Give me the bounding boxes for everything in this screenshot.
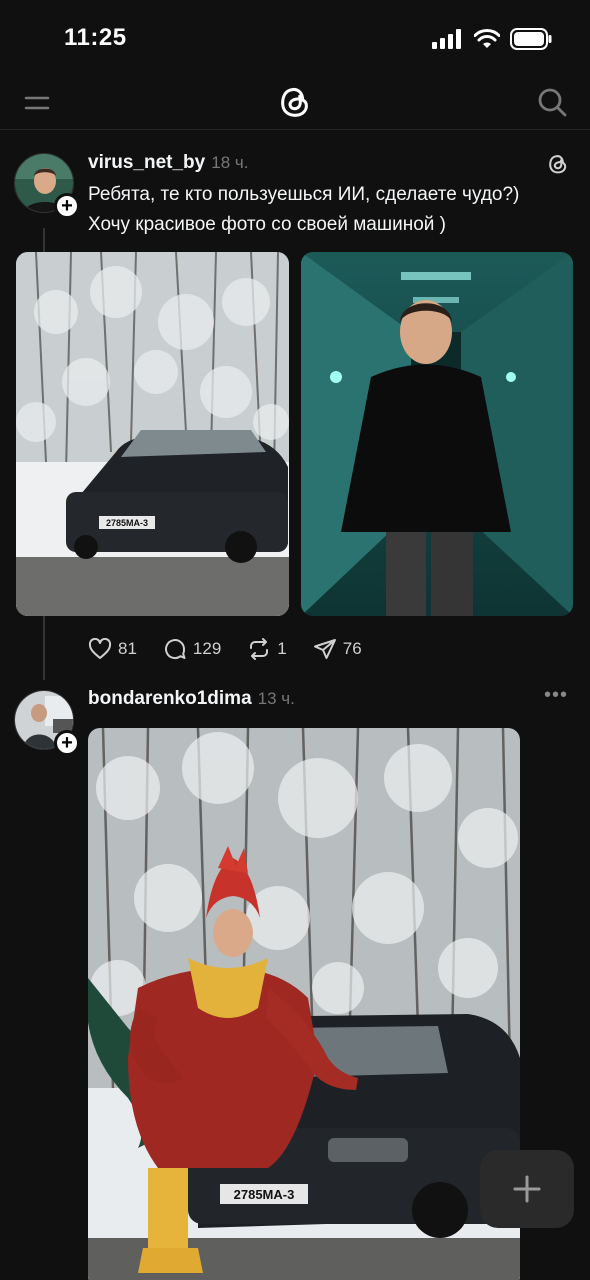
share-count: 76 xyxy=(342,639,362,658)
post-time: 13 ч. xyxy=(257,689,295,708)
top-nav-bar xyxy=(0,76,590,130)
post-username[interactable]: bondarenko1dima 13 ч. xyxy=(88,688,295,710)
post-photo-rooster[interactable]: 2785MA-3 xyxy=(88,728,520,1280)
post-photo-car[interactable]: 2785MA-3 xyxy=(16,252,289,616)
username-text[interactable]: bondarenko1dima xyxy=(88,688,252,709)
status-bar: 11:25 xyxy=(0,0,590,76)
post-photo-man[interactable] xyxy=(301,252,573,616)
post-text-line: Ребята, те кто пользуешься ИИ, сделаете … xyxy=(88,184,520,205)
post-text-line: Хочу красивое фото со своей машиной ) xyxy=(88,214,446,235)
post-actions: 81 129 1 76 xyxy=(88,637,362,661)
search-icon[interactable] xyxy=(536,86,568,118)
post-text: Ребята, те кто пользуешься ИИ, сделаете … xyxy=(88,180,578,240)
reply-count: 129 xyxy=(192,639,222,658)
repost-icon xyxy=(250,638,269,660)
heart-icon xyxy=(88,638,112,659)
wifi-icon xyxy=(474,29,500,48)
threads-logo-icon[interactable] xyxy=(276,82,314,122)
like-button[interactable]: 81 xyxy=(88,638,137,660)
share-button[interactable]: 76 xyxy=(313,637,362,661)
threads-logo-icon[interactable] xyxy=(546,152,570,176)
avatar[interactable]: + xyxy=(14,690,80,756)
repost-count: 1 xyxy=(277,639,287,658)
avatar[interactable]: + xyxy=(14,153,80,219)
more-options-button[interactable]: ••• xyxy=(544,684,568,707)
license-plate-text: 2785MA-3 xyxy=(234,1187,295,1202)
menu-icon[interactable] xyxy=(24,90,50,116)
plus-icon xyxy=(513,1175,541,1203)
status-time: 11:25 xyxy=(64,24,127,51)
battery-icon xyxy=(510,28,552,50)
post-time: 18 ч. xyxy=(211,153,249,172)
follow-plus-button[interactable]: + xyxy=(54,730,80,756)
license-plate-text: 2785MA-3 xyxy=(106,518,148,528)
reply-button[interactable]: 129 xyxy=(163,637,221,661)
post-username[interactable]: virus_net_by 18 ч. xyxy=(88,152,248,174)
like-count: 81 xyxy=(118,639,137,658)
repost-button[interactable]: 1 xyxy=(247,637,287,661)
send-icon xyxy=(313,639,336,659)
post-virus-net-by: + virus_net_by 18 ч. Ребята, те кто польз… xyxy=(0,140,590,680)
username-text[interactable]: virus_net_by xyxy=(88,152,205,173)
compose-button[interactable] xyxy=(480,1150,574,1228)
comment-icon xyxy=(164,639,186,660)
follow-plus-button[interactable]: + xyxy=(54,193,80,219)
status-icons xyxy=(432,28,552,50)
signal-icon xyxy=(432,29,461,49)
